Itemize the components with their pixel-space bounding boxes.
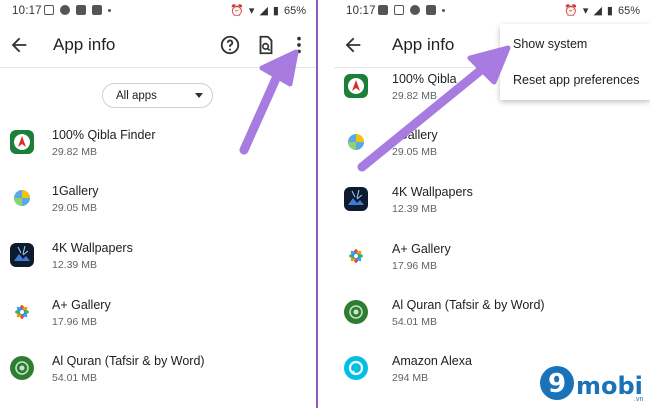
record-icon (60, 5, 70, 15)
record-icon (410, 5, 420, 15)
list-item[interactable]: Gallery 29.05 MB (334, 128, 650, 184)
app-filter-label: All apps (116, 89, 157, 102)
gallery-app-icon (10, 186, 34, 210)
app-size: 12.39 MB (392, 203, 437, 215)
app-size: 29.82 MB (392, 90, 437, 102)
list-item[interactable]: 100% Qibla Finder 29.82 MB (0, 128, 316, 184)
logo-tld: .vn (634, 396, 644, 403)
app-name: Al Quran (Tafsir & by Word) (52, 354, 205, 368)
system-icons: ⏰ ▾ ◢ ▮ 65% (564, 4, 640, 18)
app-size: 54.01 MB (52, 372, 97, 384)
signal-icon: ◢ (259, 5, 268, 17)
status-time: 10:17 (12, 5, 42, 17)
wifi-icon: ▾ (248, 5, 255, 17)
battery-icon: ▮ (272, 5, 279, 17)
more-notifications-icon (442, 8, 445, 12)
list-item[interactable]: Al Quran (Tafsir & by Word) 54.01 MB (0, 354, 316, 408)
app-size: 29.82 MB (52, 146, 97, 158)
left-screen: 10:17 ⏰ ▾ ◢ ▮ 65% App info All apps 100%… (0, 0, 316, 408)
youtube-icon (76, 5, 86, 15)
list-item[interactable]: A+ Gallery 17.96 MB (0, 298, 316, 354)
status-time: 10:17 (346, 5, 376, 17)
app-name: A+ Gallery (392, 242, 451, 256)
logo-wordmark: mobi (576, 372, 643, 400)
app-size: 29.05 MB (52, 202, 97, 214)
flower-gallery-app-icon (10, 300, 34, 324)
instagram-icon (394, 5, 404, 15)
app-name: 1Gallery (52, 184, 99, 198)
gallery-notification-icon (378, 5, 388, 15)
app-name: Gallery (398, 128, 438, 142)
page-title: App info (392, 35, 455, 54)
overflow-menu: Show system Reset app preferences (500, 24, 650, 100)
qibla-finder-app-icon (10, 130, 34, 154)
list-item[interactable]: 4K Wallpapers 12.39 MB (334, 185, 650, 241)
app-name: A+ Gallery (52, 298, 111, 312)
alexa-app-icon (344, 356, 368, 380)
signal-icon: ◢ (593, 5, 602, 17)
quran-app-icon (344, 300, 368, 324)
wallpapers-app-icon (344, 187, 368, 211)
notification-icons (44, 5, 111, 15)
notification-icons (378, 5, 445, 15)
app-size: 54.01 MB (392, 316, 437, 328)
instagram-icon (44, 5, 54, 15)
app-size: 29.05 MB (392, 146, 437, 158)
menu-item-show-system[interactable]: Show system (513, 37, 587, 51)
flower-gallery-app-icon (344, 244, 368, 268)
back-arrow-icon[interactable] (8, 34, 30, 56)
more-notifications-icon (108, 8, 111, 12)
watermark-logo: 9 mobi .vn (538, 366, 650, 408)
app-size: 12.39 MB (52, 259, 97, 271)
list-item[interactable]: 1Gallery 29.05 MB (0, 184, 316, 240)
wifi-icon: ▾ (582, 5, 589, 17)
app-filter-dropdown[interactable]: All apps (102, 83, 213, 108)
app-bar: App info (0, 24, 316, 68)
wallpapers-app-icon (10, 243, 34, 267)
app-size: 294 MB (392, 372, 429, 384)
chevron-down-icon (195, 93, 203, 98)
quran-app-icon (10, 356, 34, 380)
app-name: Al Quran (Tafsir & by Word) (392, 298, 545, 312)
battery-level: 65% (617, 4, 640, 17)
list-item[interactable]: 4K Wallpapers 12.39 MB (0, 241, 316, 297)
app-name: 100% Qibla (392, 72, 457, 86)
mail-icon (92, 5, 102, 15)
back-arrow-icon[interactable] (342, 34, 364, 56)
app-name: Amazon Alexa (392, 354, 472, 368)
app-name: 100% Qibla Finder (52, 128, 156, 142)
app-name: 4K Wallpapers (52, 241, 133, 255)
status-bar: 10:17 ⏰ ▾ ◢ ▮ 65% (334, 0, 650, 24)
battery-icon: ▮ (606, 5, 613, 17)
list-item[interactable]: Al Quran (Tafsir & by Word) 54.01 MB (334, 298, 650, 354)
logo-digit: 9 (548, 369, 567, 399)
panel-gap (318, 0, 334, 408)
page-title: App info (53, 35, 116, 54)
alarm-icon: ⏰ (230, 5, 244, 17)
status-bar: 10:17 ⏰ ▾ ◢ ▮ 65% (0, 0, 316, 24)
more-options-icon[interactable] (288, 34, 310, 56)
search-file-icon[interactable] (255, 34, 277, 56)
list-item[interactable]: A+ Gallery 17.96 MB (334, 242, 650, 298)
alarm-icon: ⏰ (564, 5, 578, 17)
system-icons: ⏰ ▾ ◢ ▮ 65% (230, 4, 306, 18)
app-size: 17.96 MB (52, 316, 97, 328)
app-name: 4K Wallpapers (392, 185, 473, 199)
app-size: 17.96 MB (392, 260, 437, 272)
menu-item-reset-app-preferences[interactable]: Reset app preferences (513, 73, 639, 87)
battery-level: 65% (283, 4, 306, 17)
youtube-icon (426, 5, 436, 15)
gallery-app-icon (344, 130, 368, 154)
help-icon[interactable] (219, 34, 241, 56)
qibla-finder-app-icon (344, 74, 368, 98)
